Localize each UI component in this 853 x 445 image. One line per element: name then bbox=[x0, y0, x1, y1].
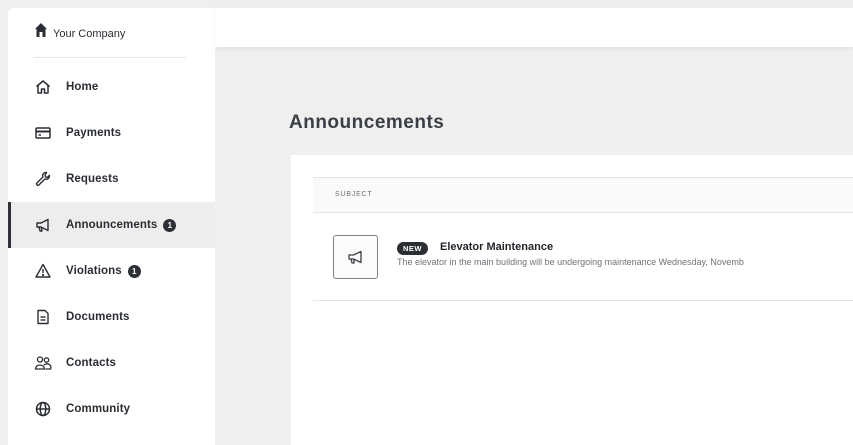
document-icon bbox=[34, 308, 52, 326]
home-icon bbox=[34, 78, 52, 96]
announcement-description: The elevator in the main building will b… bbox=[397, 257, 744, 267]
sidebar-item-announcements[interactable]: Announcements 1 bbox=[8, 202, 215, 248]
announcements-card: SUBJECT NEW Elevator Maintenance The ele… bbox=[291, 155, 853, 445]
sidebar-item-label: Home bbox=[66, 81, 99, 93]
megaphone-icon bbox=[333, 235, 378, 279]
table-header: SUBJECT bbox=[313, 177, 853, 213]
megaphone-icon bbox=[34, 216, 52, 234]
house-icon bbox=[35, 23, 47, 37]
contacts-icon bbox=[34, 354, 52, 372]
brand[interactable]: Your Company bbox=[34, 22, 186, 58]
page-title: Announcements bbox=[289, 112, 445, 133]
announcements-count-badge: 1 bbox=[163, 218, 177, 232]
sidebar-item-violations[interactable]: Violations 1 bbox=[8, 248, 215, 294]
sidebar-item-label: Contacts bbox=[66, 357, 117, 369]
sidebar-item-documents[interactable]: Documents bbox=[8, 294, 215, 340]
brand-name: Your Company bbox=[53, 28, 126, 40]
table-row[interactable]: NEW Elevator Maintenance The elevator in… bbox=[313, 213, 853, 301]
wrench-icon bbox=[34, 170, 52, 188]
sidebar-item-requests[interactable]: Requests bbox=[8, 156, 215, 202]
sidebar-item-label: Violations bbox=[66, 265, 122, 277]
sidebar-item-label: Documents bbox=[66, 311, 130, 323]
globe-icon bbox=[34, 400, 52, 418]
new-badge: NEW bbox=[397, 242, 428, 255]
app-window: Your Company Home Payments Requests Anno… bbox=[0, 0, 853, 445]
sidebar-item-contacts[interactable]: Contacts bbox=[8, 340, 215, 386]
sidebar-item-community[interactable]: Community bbox=[8, 386, 215, 432]
sidebar-item-home[interactable]: Home bbox=[8, 64, 215, 110]
sidebar-item-payments[interactable]: Payments bbox=[8, 110, 215, 156]
column-header-subject[interactable]: SUBJECT bbox=[335, 191, 373, 198]
sidebar-item-label: Requests bbox=[66, 173, 119, 185]
sidebar-item-label: Community bbox=[66, 403, 131, 415]
sidebar: Your Company Home Payments Requests Anno… bbox=[8, 8, 215, 445]
credit-card-icon bbox=[34, 124, 52, 142]
top-bar bbox=[215, 8, 853, 47]
violations-count-badge: 1 bbox=[127, 264, 141, 278]
sidebar-item-label: Payments bbox=[66, 127, 122, 139]
sidebar-nav: Home Payments Requests Announcements 1 V… bbox=[8, 64, 215, 432]
warning-icon bbox=[34, 262, 52, 280]
announcement-title[interactable]: Elevator Maintenance bbox=[440, 241, 553, 253]
sidebar-item-label: Announcements bbox=[66, 219, 158, 231]
